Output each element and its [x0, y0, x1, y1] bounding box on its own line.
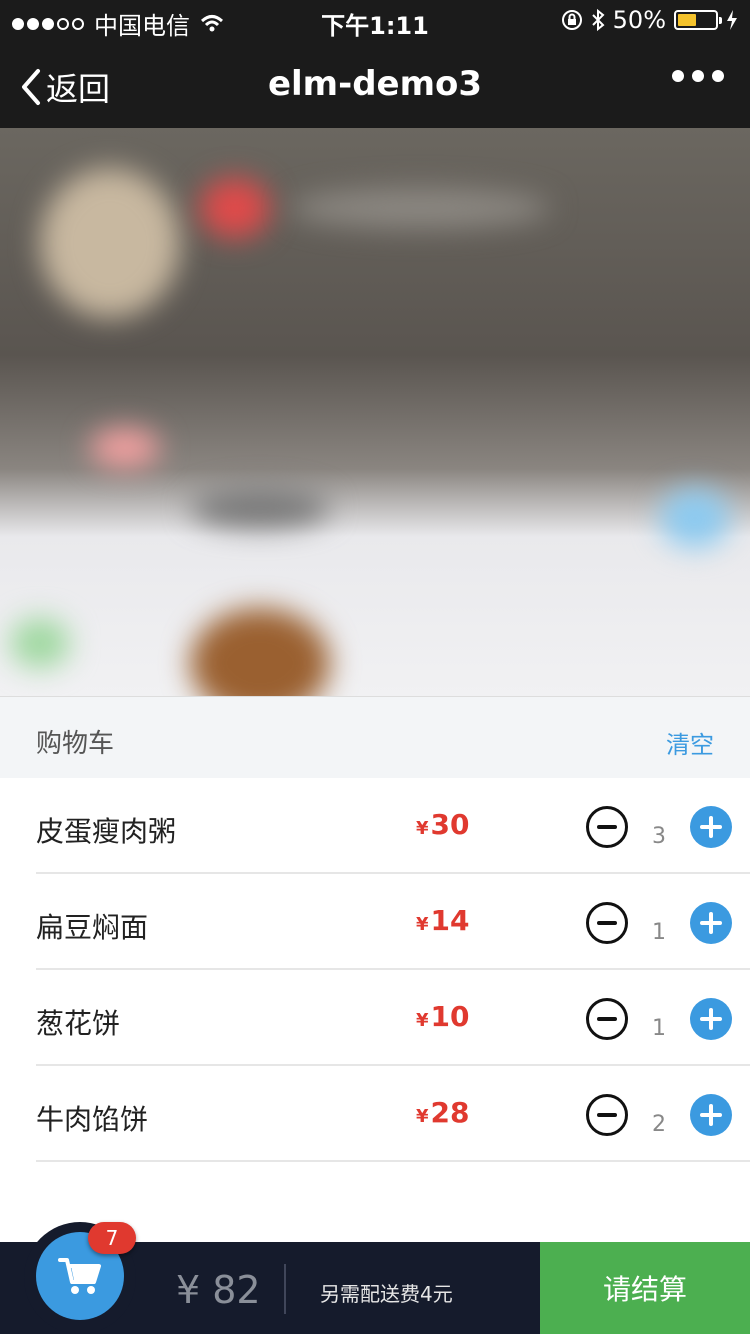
increase-quantity-button[interactable]: [690, 806, 732, 848]
item-price-value: 28: [430, 1096, 470, 1129]
item-price: ¥30: [416, 808, 470, 841]
charging-icon: [727, 10, 737, 30]
rotation-lock-icon: [561, 10, 582, 30]
checkout-button[interactable]: 请结算: [540, 1242, 750, 1334]
decrease-quantity-button[interactable]: [586, 1094, 628, 1136]
cart-item: 牛肉馅饼 ¥28 2: [36, 1066, 750, 1162]
cart-item-list: 皮蛋瘦肉粥 ¥30 3 扁豆焖面 ¥14 1 葱花饼 ¥10 1 牛肉馅饼 ¥2…: [0, 778, 750, 1162]
decrease-quantity-button[interactable]: [586, 902, 628, 944]
battery-icon: [674, 10, 722, 30]
item-price-value: 30: [430, 808, 470, 841]
item-price: ¥14: [416, 904, 470, 937]
item-quantity: 3: [652, 824, 666, 849]
cart-item: 葱花饼 ¥10 1: [36, 970, 750, 1066]
more-options-button[interactable]: [672, 70, 724, 82]
item-quantity: 1: [652, 920, 666, 945]
shopping-cart-icon: [58, 1258, 101, 1294]
more-dot-icon: [712, 70, 724, 82]
item-name: 葱花饼: [36, 1007, 121, 1040]
currency-symbol: ¥: [416, 1106, 429, 1127]
status-bar: 中国电信 下午1:11 50%: [0, 0, 750, 40]
battery-percent: 50%: [612, 6, 666, 34]
cart-count-badge: 7: [88, 1222, 136, 1254]
delivery-fee-note: 另需配送费4元: [320, 1282, 453, 1306]
bluetooth-icon: [591, 8, 605, 32]
decrease-quantity-button[interactable]: [586, 806, 628, 848]
item-name: 皮蛋瘦肉粥: [36, 815, 177, 848]
increase-quantity-button[interactable]: [690, 1094, 732, 1136]
cart-total-price: ¥ 82: [176, 1268, 261, 1312]
status-right: 50%: [561, 6, 738, 34]
increase-quantity-button[interactable]: [690, 998, 732, 1040]
more-dot-icon: [692, 70, 704, 82]
clear-cart-button[interactable]: 清空: [666, 725, 714, 760]
item-quantity: 1: [652, 1016, 666, 1041]
more-dot-icon: [672, 70, 684, 82]
cart-item: 皮蛋瘦肉粥 ¥30 3: [36, 778, 750, 874]
cart-title: 购物车: [36, 729, 115, 759]
item-name: 牛肉馅饼: [36, 1103, 149, 1136]
increase-quantity-button[interactable]: [690, 902, 732, 944]
cart-header: 购物车 清空: [0, 696, 750, 778]
blurred-background: [0, 128, 750, 696]
decrease-quantity-button[interactable]: [586, 998, 628, 1040]
currency-symbol: ¥: [416, 818, 429, 839]
cart-item: 扁豆焖面 ¥14 1: [36, 874, 750, 970]
item-price-value: 10: [430, 1000, 470, 1033]
currency-symbol: ¥: [416, 914, 429, 935]
nav-bar: 返回 elm-demo3: [0, 40, 750, 128]
item-price: ¥10: [416, 1000, 470, 1033]
currency-symbol: ¥: [416, 1010, 429, 1031]
item-name: 扁豆焖面: [36, 911, 149, 944]
item-price-value: 14: [430, 904, 470, 937]
item-quantity: 2: [652, 1112, 666, 1137]
footer-divider: [284, 1264, 286, 1314]
page-title: elm-demo3: [267, 64, 483, 104]
item-price: ¥28: [416, 1096, 470, 1129]
